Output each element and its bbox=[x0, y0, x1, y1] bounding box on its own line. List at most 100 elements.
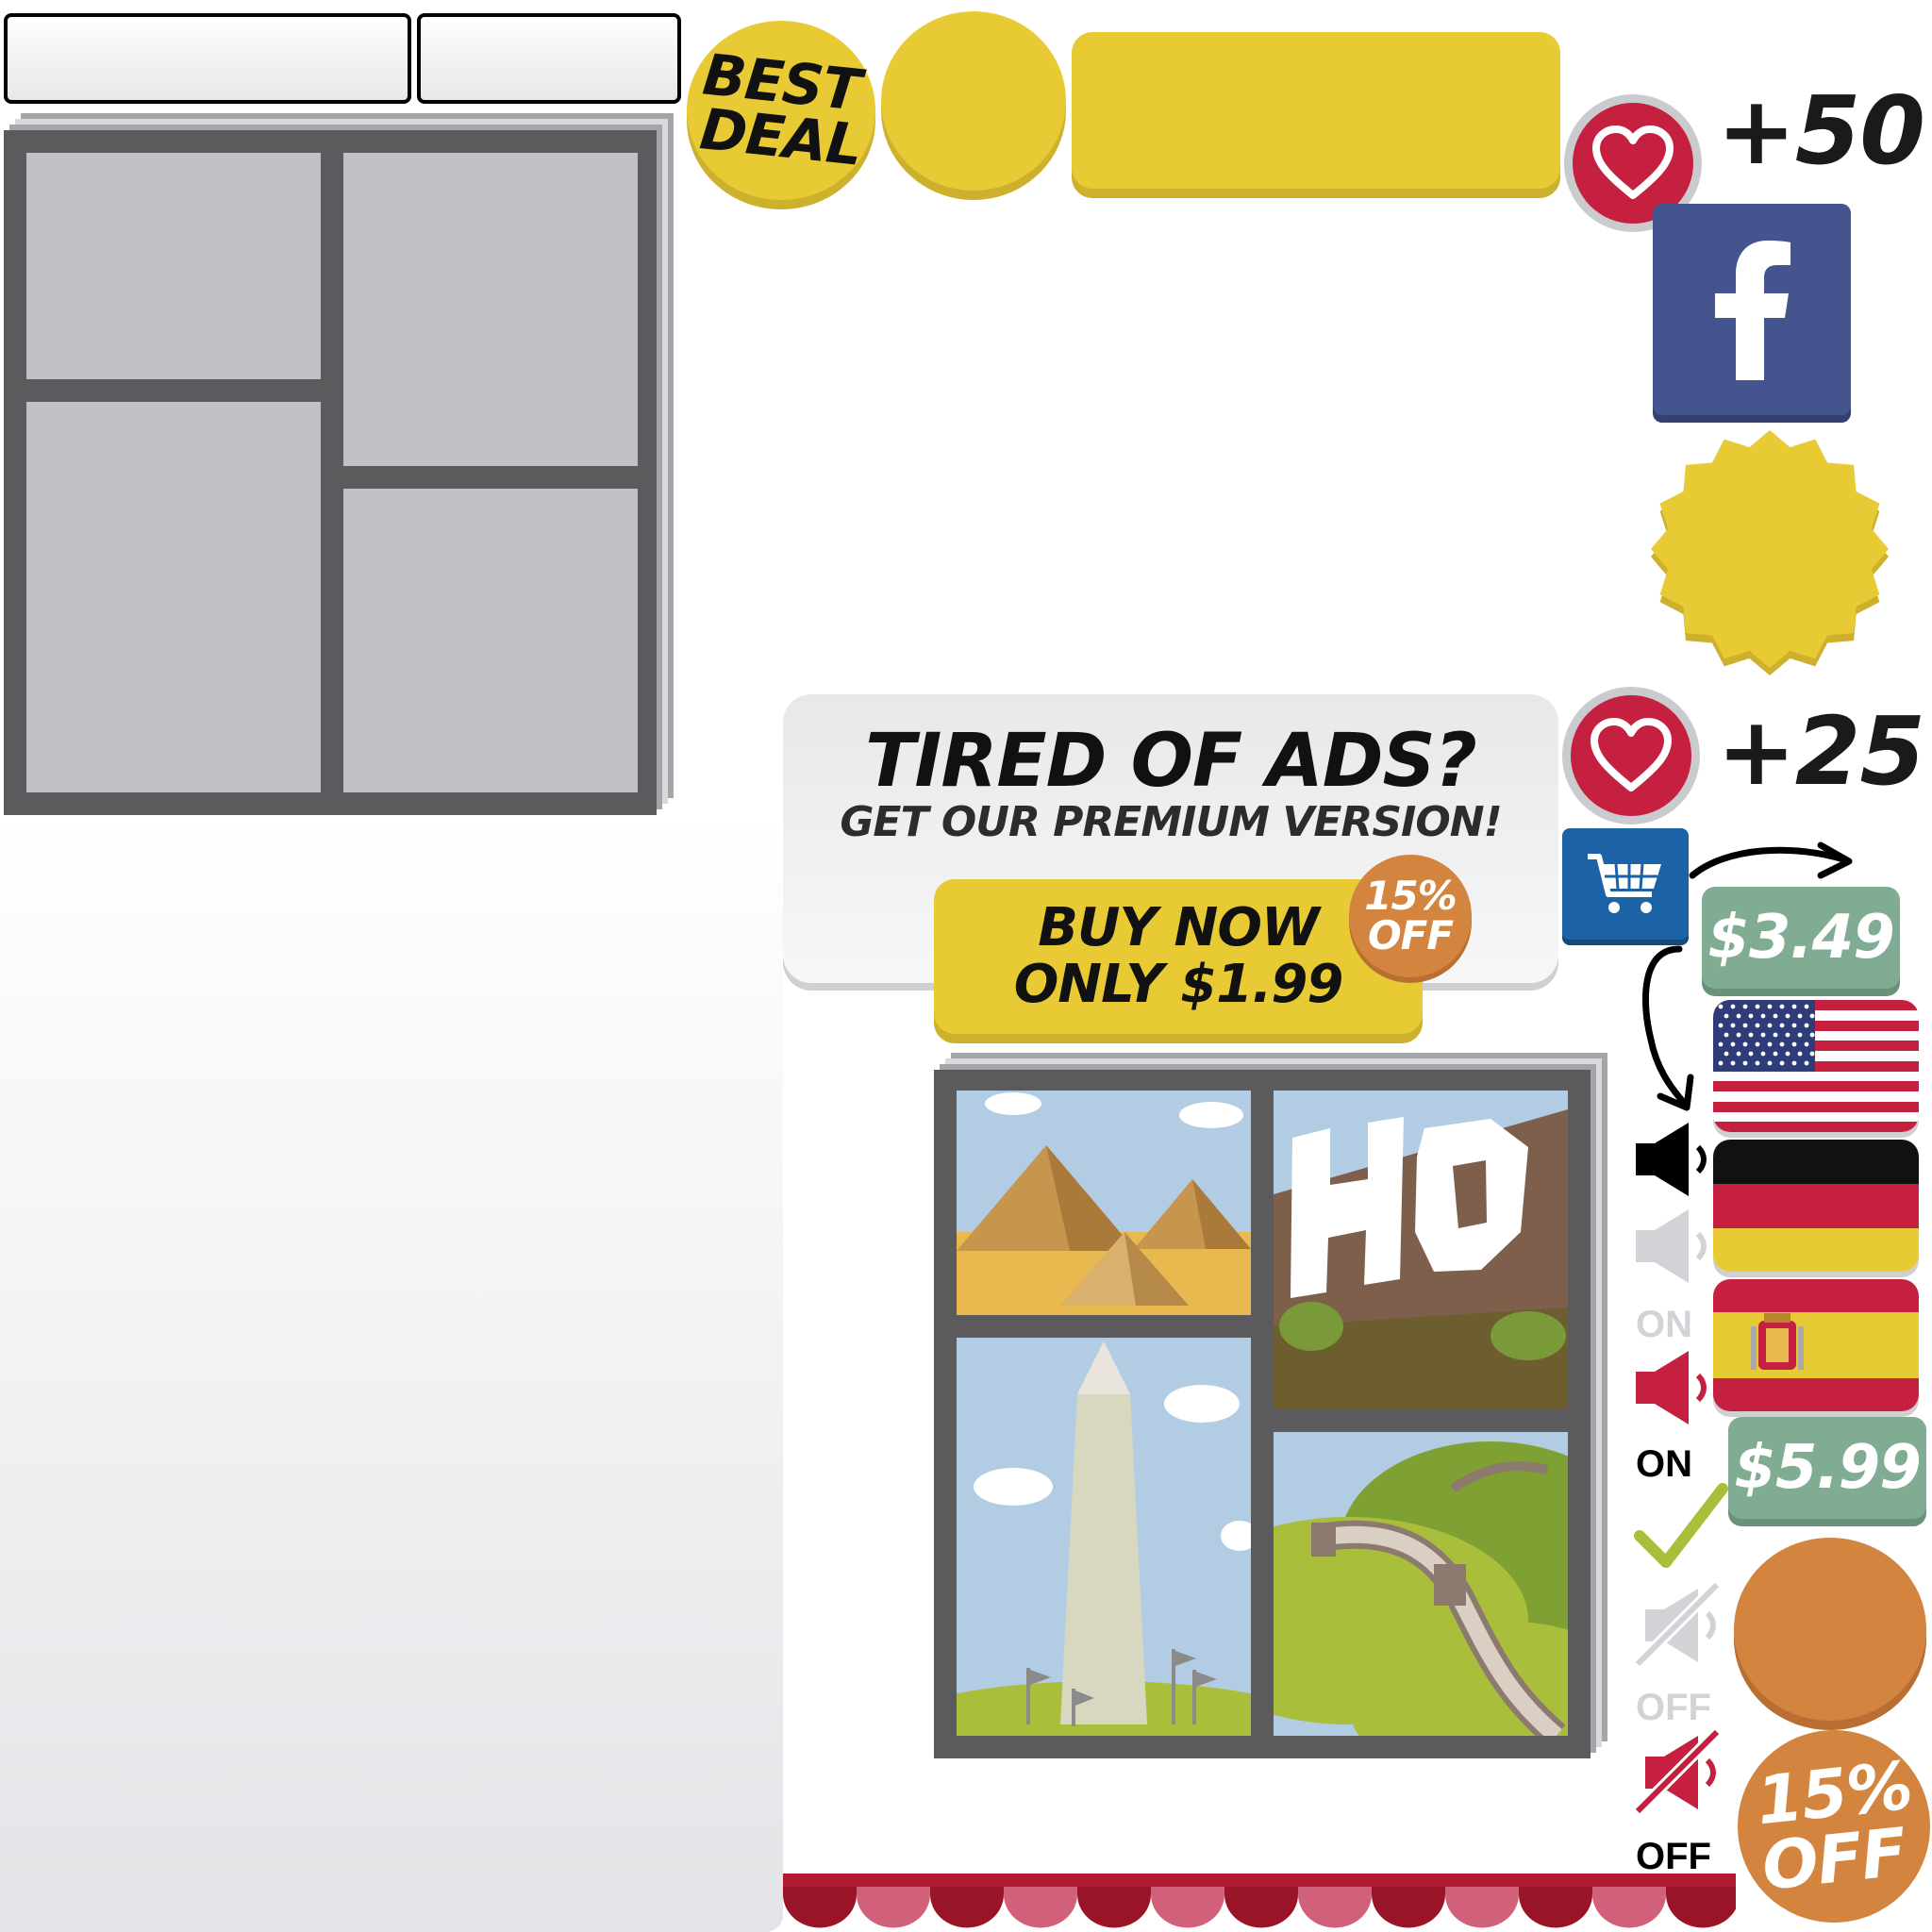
us-flag-star bbox=[1809, 1013, 1815, 1019]
tab-right[interactable] bbox=[417, 13, 681, 104]
us-flag-star bbox=[1755, 1004, 1760, 1009]
facebook-button[interactable] bbox=[1653, 204, 1851, 415]
sound-on-grey-label: ON bbox=[1636, 1304, 1692, 1345]
curved-arrow-right-icon bbox=[1689, 841, 1853, 879]
awning-scallop bbox=[1224, 1887, 1298, 1928]
us-flag-star bbox=[1791, 1023, 1797, 1028]
us-flag-star bbox=[1755, 1060, 1760, 1066]
us-flag-star bbox=[1736, 1032, 1741, 1038]
discount-badge-small: 15% OFF bbox=[1349, 855, 1472, 977]
hollywood-photo[interactable] bbox=[1274, 1091, 1568, 1409]
us-flag-star bbox=[1730, 1041, 1736, 1047]
us-flag-star bbox=[1748, 1032, 1754, 1038]
grid-cell-bottom-left[interactable] bbox=[26, 402, 321, 792]
checkmark-icon[interactable] bbox=[1634, 1483, 1728, 1574]
discount-badge-large: 15% OFF bbox=[1738, 1730, 1930, 1923]
us-flag-star bbox=[1718, 1004, 1724, 1009]
us-flag-star bbox=[1797, 1032, 1803, 1038]
us-flag-star bbox=[1730, 1060, 1736, 1066]
us-flag-star bbox=[1760, 1013, 1766, 1019]
starburst-seal bbox=[1651, 430, 1889, 675]
us-flag-star bbox=[1779, 1041, 1785, 1047]
awning-scallop bbox=[1592, 1887, 1666, 1928]
tab-left[interactable] bbox=[4, 13, 411, 104]
sound-on-black-label: ON bbox=[1636, 1443, 1692, 1485]
us-flag-star bbox=[1773, 1051, 1778, 1057]
buy-now-button[interactable]: BUY NOW ONLY $1.99 bbox=[934, 879, 1423, 1034]
promo-headline: TIRED OF ADS? bbox=[865, 719, 1477, 804]
us-flag-star bbox=[1760, 1051, 1766, 1057]
heart-icon bbox=[1592, 125, 1674, 199]
us-flag-star bbox=[1767, 1004, 1773, 1009]
buy-now-label: BUY NOW bbox=[1038, 897, 1319, 958]
us-flag-star bbox=[1785, 1051, 1790, 1057]
awning-scallop bbox=[1004, 1887, 1077, 1928]
speaker-grey-icon[interactable] bbox=[1632, 1206, 1711, 1287]
speaker-muted-grey-icon[interactable] bbox=[1632, 1579, 1726, 1670]
curved-arrow-down-icon bbox=[1641, 945, 1694, 1111]
us-flag-star bbox=[1767, 1060, 1773, 1066]
grid-cell-top-left[interactable] bbox=[26, 153, 321, 379]
best-deal-badge: BEST DEAL bbox=[687, 21, 875, 200]
empty-photo-grid bbox=[4, 130, 657, 815]
yellow-wide-button[interactable] bbox=[1072, 32, 1560, 189]
us-flag-star bbox=[1724, 1032, 1729, 1038]
awning-scallop bbox=[1519, 1887, 1592, 1928]
awning-scallop bbox=[857, 1887, 930, 1928]
buy-now-price: ONLY $1.99 bbox=[1013, 954, 1344, 1015]
monument-photo[interactable] bbox=[957, 1338, 1251, 1736]
awning-scallop bbox=[1445, 1887, 1519, 1928]
reward-25-label: +25 bbox=[1717, 696, 1925, 807]
speaker-red-icon[interactable] bbox=[1632, 1347, 1711, 1428]
us-flag-star bbox=[1718, 1041, 1724, 1047]
awning-scallop bbox=[783, 1887, 857, 1928]
us-flag-star bbox=[1755, 1041, 1760, 1047]
background-panel bbox=[0, 815, 783, 1932]
us-flag-star bbox=[1742, 1041, 1748, 1047]
speaker-muted-red-icon[interactable] bbox=[1632, 1726, 1726, 1817]
grid-cell-bottom-right[interactable] bbox=[343, 489, 638, 792]
reward-50-label: +50 bbox=[1717, 75, 1925, 186]
us-flag-star bbox=[1809, 1032, 1815, 1038]
us-flag-star bbox=[1748, 1013, 1754, 1019]
us-flag-star bbox=[1767, 1041, 1773, 1047]
grid-cell-top-right[interactable] bbox=[343, 153, 638, 466]
facebook-icon bbox=[1715, 241, 1790, 380]
great-wall-photo[interactable] bbox=[1274, 1432, 1568, 1736]
sound-off-black-label: OFF bbox=[1636, 1836, 1711, 1877]
us-flag-icon[interactable] bbox=[1713, 1000, 1919, 1132]
awning-strip bbox=[783, 1874, 1736, 1928]
us-flag-star bbox=[1730, 1004, 1736, 1009]
us-flag-star bbox=[1809, 1051, 1815, 1057]
orange-round-button[interactable] bbox=[1734, 1538, 1926, 1721]
us-flag-star bbox=[1804, 1060, 1809, 1066]
heart-badge-25 bbox=[1562, 687, 1700, 824]
us-flag-star bbox=[1724, 1051, 1729, 1057]
price-tag-349[interactable]: $3.49 bbox=[1702, 887, 1900, 989]
us-flag-star bbox=[1779, 1023, 1785, 1028]
spain-flag-icon[interactable] bbox=[1713, 1279, 1919, 1411]
landmark-photo-grid bbox=[934, 1070, 1591, 1758]
awning-scallop bbox=[1151, 1887, 1224, 1928]
cart-button[interactable] bbox=[1562, 828, 1689, 940]
us-flag-star bbox=[1755, 1023, 1760, 1028]
seal-shape bbox=[1651, 430, 1889, 668]
pyramids-photo[interactable] bbox=[957, 1091, 1251, 1315]
discount-small-percent: 15% bbox=[1364, 873, 1457, 919]
awning-scallop bbox=[1298, 1887, 1372, 1928]
yellow-round-button[interactable] bbox=[881, 11, 1066, 191]
us-flag-star bbox=[1797, 1051, 1803, 1057]
us-flag-star bbox=[1730, 1023, 1736, 1028]
us-flag-star bbox=[1804, 1004, 1809, 1009]
us-flag-star bbox=[1773, 1013, 1778, 1019]
germany-flag-icon[interactable] bbox=[1713, 1140, 1919, 1272]
us-flag-star bbox=[1767, 1023, 1773, 1028]
us-flag-star bbox=[1785, 1032, 1790, 1038]
discount-small-off: OFF bbox=[1367, 912, 1454, 958]
price-tag-599[interactable]: $5.99 bbox=[1728, 1417, 1926, 1519]
heart-icon bbox=[1591, 718, 1672, 791]
speaker-black-icon[interactable] bbox=[1632, 1119, 1711, 1200]
best-deal-line2: DEAL bbox=[697, 96, 865, 179]
us-flag-star bbox=[1791, 1004, 1797, 1009]
awning-scallop bbox=[930, 1887, 1004, 1928]
